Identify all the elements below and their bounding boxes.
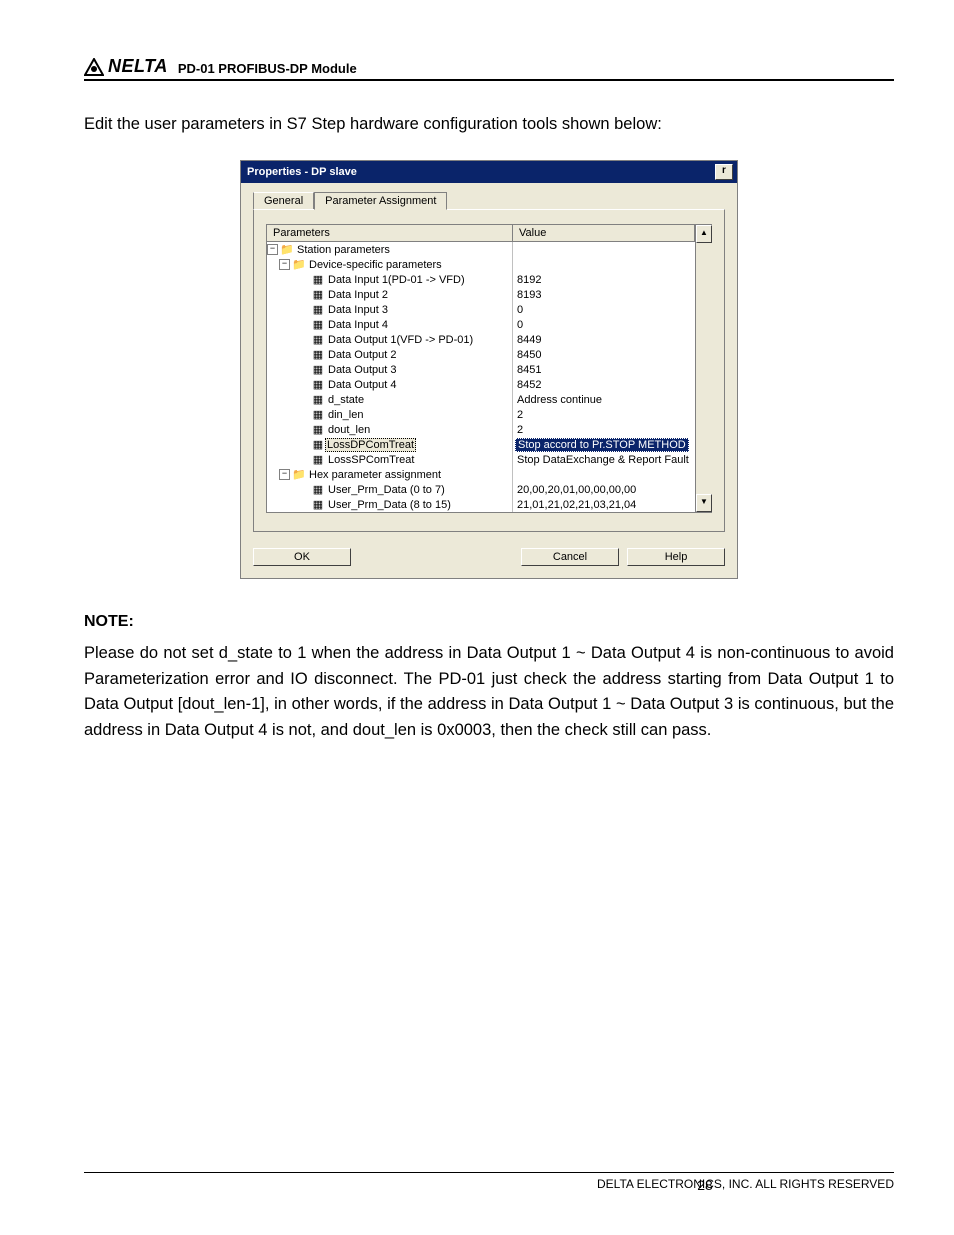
tree-leaf[interactable]: ▦Data Output 4 8452: [267, 377, 695, 392]
param-label: LossDPComTreat: [325, 438, 416, 452]
param-value[interactable]: 8449: [513, 332, 695, 347]
param-label: Data Input 3: [325, 304, 388, 316]
param-leaf-icon: ▦: [311, 303, 325, 316]
collapse-icon[interactable]: −: [279, 469, 290, 480]
page-number: 28: [697, 1177, 713, 1193]
doc-title: PD-01 PROFIBUS-DP Module: [178, 61, 357, 77]
tree-leaf[interactable]: ▦LossDPComTreat Stop accord to Pr.STOP ME…: [267, 437, 695, 452]
footer-copyright: DELTA ELECTRONICS, INC. ALL RIGHTS RESER…: [597, 1177, 894, 1193]
param-label: Data Output 2: [325, 349, 397, 361]
param-value[interactable]: 8452: [513, 377, 695, 392]
param-leaf-icon: ▦: [311, 333, 325, 346]
tab-panel: Parameters Value − 📁 Station parameters: [253, 209, 725, 532]
col-parameters[interactable]: Parameters: [267, 225, 513, 241]
param-value[interactable]: 8193: [513, 287, 695, 302]
tree-leaf[interactable]: ▦dout_len 2: [267, 422, 695, 437]
folder-icon: 📁: [292, 258, 306, 271]
ok-button[interactable]: OK: [253, 548, 351, 566]
param-label: Data Output 3: [325, 364, 397, 376]
delta-triangle-icon: [84, 58, 104, 76]
tree-leaf[interactable]: ▦Data Input 4 0: [267, 317, 695, 332]
folder-icon: 📁: [280, 243, 294, 256]
collapse-icon[interactable]: −: [267, 244, 278, 255]
col-value[interactable]: Value: [513, 225, 695, 241]
param-value[interactable]: 2: [513, 407, 695, 422]
param-leaf-icon: ▦: [311, 378, 325, 391]
param-leaf-icon: ▦: [311, 318, 325, 331]
param-label: Data Output 1(VFD -> PD-01): [325, 334, 473, 346]
tree-leaf[interactable]: ▦Data Output 1(VFD -> PD-01) 8449: [267, 332, 695, 347]
brand-text: NELTA: [108, 56, 168, 77]
close-icon[interactable]: r: [715, 164, 733, 180]
param-value[interactable]: 21,01,21,02,21,03,21,04: [513, 497, 695, 512]
param-label: din_len: [325, 409, 363, 421]
param-label: Data Input 4: [325, 319, 388, 331]
param-leaf-icon: ▦: [311, 348, 325, 361]
tree-leaf[interactable]: ▦LossSPComTreat Stop DataExchange & Repor…: [267, 452, 695, 467]
param-value[interactable]: 8451: [513, 362, 695, 377]
param-leaf-icon: ▦: [311, 288, 325, 301]
param-leaf-icon: ▦: [311, 363, 325, 376]
scroll-up-icon[interactable]: ▲: [696, 225, 712, 243]
grid-header: Parameters Value: [267, 225, 695, 242]
page-footer: 28 DELTA ELECTRONICS, INC. ALL RIGHTS RE…: [84, 1172, 894, 1193]
tree-leaf[interactable]: ▦User_Prm_Data (8 to 15) 21,01,21,02,21,0…: [267, 497, 695, 512]
tree-node-hex[interactable]: − 📁 Hex parameter assignment: [267, 467, 695, 482]
param-value[interactable]: 2: [513, 422, 695, 437]
brand-logo: NELTA: [84, 56, 168, 77]
help-button[interactable]: Help: [627, 548, 725, 566]
param-label: Data Input 1(PD-01 -> VFD): [325, 274, 465, 286]
tree-leaf[interactable]: ▦Data Output 3 8451: [267, 362, 695, 377]
param-leaf-icon: ▦: [311, 498, 325, 511]
param-value[interactable]: Address continue: [513, 392, 695, 407]
tree-leaf[interactable]: ▦Data Input 3 0: [267, 302, 695, 317]
param-label: d_state: [325, 394, 364, 406]
dialog-title-text: Properties - DP slave: [247, 166, 357, 178]
dialog-buttons: OK Cancel Help: [253, 548, 725, 566]
tree-leaf[interactable]: ▦din_len 2: [267, 407, 695, 422]
param-value[interactable]: 0: [513, 302, 695, 317]
param-label: LossSPComTreat: [325, 454, 414, 466]
scroll-down-icon[interactable]: ▼: [696, 494, 712, 512]
param-label: User_Prm_Data (8 to 15): [325, 499, 451, 511]
page-header: NELTA PD-01 PROFIBUS-DP Module: [84, 56, 894, 81]
note-heading: NOTE:: [84, 613, 894, 631]
note-body: Please do not set d_state to 1 when the …: [84, 641, 894, 743]
param-label: Data Output 4: [325, 379, 397, 391]
tree-node-station[interactable]: − 📁 Station parameters: [267, 242, 695, 257]
param-leaf-icon: ▦: [311, 423, 325, 436]
param-label: User_Prm_Data (0 to 7): [325, 484, 445, 496]
param-leaf-icon: ▦: [311, 453, 325, 466]
tree-leaf[interactable]: ▦Data Input 1(PD-01 -> VFD) 8192: [267, 272, 695, 287]
tab-strip: General Parameter Assignment: [253, 192, 725, 210]
parameter-grid[interactable]: Parameters Value − 📁 Station parameters: [266, 224, 712, 513]
tree-node-device[interactable]: − 📁 Device-specific parameters: [267, 257, 695, 272]
param-label: Data Input 2: [325, 289, 388, 301]
param-value[interactable]: 8192: [513, 272, 695, 287]
collapse-icon[interactable]: −: [279, 259, 290, 270]
param-value[interactable]: 20,00,20,01,00,00,00,00: [513, 482, 695, 497]
param-leaf-icon: ▦: [311, 408, 325, 421]
param-value[interactable]: Stop DataExchange & Report Fault: [513, 452, 695, 467]
tab-general[interactable]: General: [253, 192, 314, 210]
param-leaf-icon: ▦: [311, 393, 325, 406]
param-leaf-icon: ▦: [311, 438, 325, 451]
param-label: dout_len: [325, 424, 370, 436]
vertical-scrollbar[interactable]: ▲ ▼: [695, 225, 712, 512]
folder-icon: 📁: [292, 468, 306, 481]
param-value[interactable]: 0: [513, 317, 695, 332]
dialog-titlebar[interactable]: Properties - DP slave r: [241, 161, 737, 183]
tree-leaf[interactable]: ▦Data Input 2 8193: [267, 287, 695, 302]
properties-dialog: Properties - DP slave r General Paramete…: [240, 160, 738, 579]
tree-leaf[interactable]: ▦d_state Address continue: [267, 392, 695, 407]
tree-leaf[interactable]: ▦Data Output 2 8450: [267, 347, 695, 362]
param-value[interactable]: 8450: [513, 347, 695, 362]
cancel-button[interactable]: Cancel: [521, 548, 619, 566]
param-value[interactable]: Stop accord to Pr.STOP METHOD: [513, 437, 695, 452]
param-leaf-icon: ▦: [311, 273, 325, 286]
param-leaf-icon: ▦: [311, 483, 325, 496]
tree-leaf[interactable]: ▦User_Prm_Data (0 to 7) 20,00,20,01,00,00…: [267, 482, 695, 497]
tab-parameter-assignment[interactable]: Parameter Assignment: [314, 192, 447, 210]
intro-text: Edit the user parameters in S7 Step hard…: [84, 115, 894, 134]
